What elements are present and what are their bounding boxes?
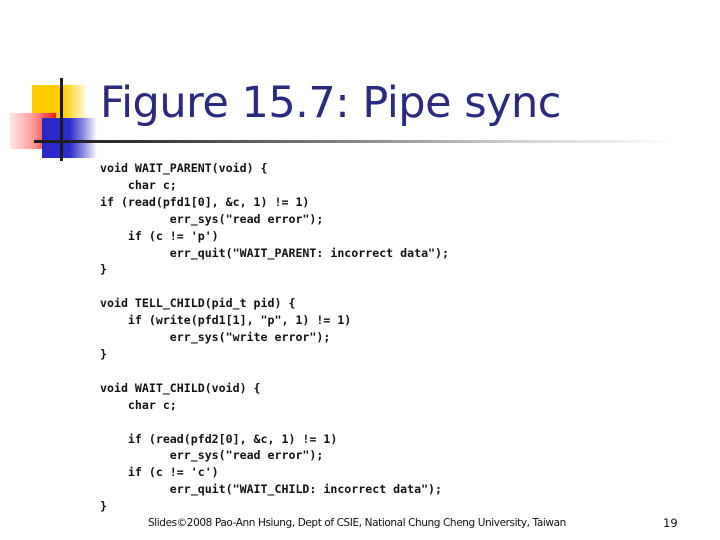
decor-blue-square <box>42 118 97 158</box>
code-line: err_quit("WAIT_CHILD: incorrect data"); <box>100 482 443 497</box>
code-line: } <box>100 499 107 514</box>
slide-page-number: 19 <box>663 516 678 530</box>
code-line: void WAIT_PARENT(void) { <box>100 161 268 175</box>
slide-footer-credit: Slides©2008 Pao-Ann Hsiung, Dept of CSIE… <box>148 517 566 529</box>
title-underline-divider <box>34 140 674 143</box>
code-line: err_sys("read error"); <box>100 211 324 226</box>
code-line: if (read(pfd2[0], &c, 1) != 1) <box>100 431 338 446</box>
decor-vertical-line <box>60 78 63 161</box>
code-line: if (read(pfd1[0], &c, 1) != 1) <box>100 194 310 209</box>
code-line: void TELL_CHILD(pid_t pid) { <box>100 296 296 311</box>
code-line: if (write(pfd1[1], "p", 1) != 1) <box>100 313 352 328</box>
code-line: if (c != 'c') <box>100 465 219 480</box>
code-line: char c; <box>100 397 177 412</box>
code-line: err_sys("read error"); <box>100 448 324 463</box>
code-line: } <box>100 346 107 361</box>
code-line: err_sys("write error"); <box>100 330 331 345</box>
code-line: err_quit("WAIT_PARENT: incorrect data"); <box>100 245 450 260</box>
code-line: char c; <box>100 177 177 192</box>
code-line: } <box>100 262 107 277</box>
slide-title: Figure 15.7: Pipe sync <box>100 78 561 128</box>
code-line: void WAIT_CHILD(void) { <box>100 380 261 395</box>
code-block: void WAIT_PARENT(void) { char c; if (rea… <box>100 160 449 515</box>
code-line: if (c != 'p') <box>100 228 219 243</box>
